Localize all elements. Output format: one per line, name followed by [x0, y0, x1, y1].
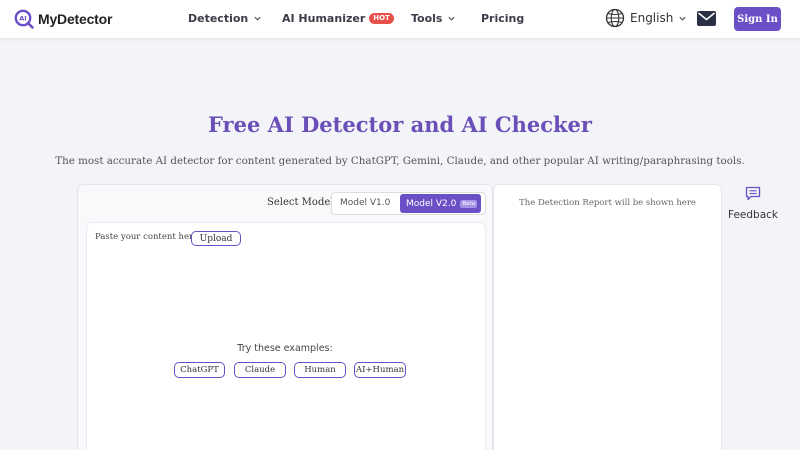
nav-ai-humanizer-label: AI Humanizer: [282, 12, 366, 25]
language-label: English: [630, 11, 674, 25]
examples-label: Try these examples:: [237, 343, 333, 354]
nav-tools-label: Tools: [411, 12, 443, 25]
nav-tools[interactable]: Tools: [411, 12, 456, 25]
feedback-button[interactable]: Feedback: [728, 186, 778, 221]
mail-button[interactable]: [697, 11, 716, 30]
mail-icon: [697, 11, 716, 26]
nav-ai-humanizer[interactable]: AI Humanizer HOT: [282, 12, 394, 25]
logo-letters: AI: [19, 15, 26, 23]
report-panel: [493, 184, 722, 450]
example-human-button[interactable]: Human: [294, 362, 346, 378]
content-input[interactable]: [86, 222, 486, 450]
model-v1-option[interactable]: Model V1.0: [340, 198, 390, 208]
brand-logo[interactable]: AI MyDetector: [14, 9, 112, 29]
report-placeholder: The Detection Report will be shown here: [519, 198, 696, 208]
model-v2-option[interactable]: Model V2.0 Beta: [400, 194, 481, 213]
hot-badge: HOT: [369, 13, 394, 24]
logo-icon: AI: [14, 9, 34, 29]
globe-icon: [605, 8, 625, 28]
select-model-label: Select Model:: [267, 197, 337, 208]
chevron-down-icon: [448, 16, 456, 21]
example-chatgpt-button[interactable]: ChatGPT: [174, 362, 225, 378]
page-title: Free AI Detector and AI Checker: [208, 112, 592, 137]
chevron-down-icon: [679, 16, 686, 21]
chat-icon: [745, 186, 761, 201]
top-header: AI MyDetector Detection AI Humanizer HOT…: [0, 0, 800, 38]
upload-button[interactable]: Upload: [191, 231, 241, 246]
nav-pricing-label: Pricing: [481, 12, 525, 25]
nav-detection-label: Detection: [188, 12, 249, 25]
feedback-label: Feedback: [728, 209, 779, 221]
beta-badge: Beta: [460, 199, 478, 208]
nav-pricing[interactable]: Pricing: [481, 12, 524, 25]
nav-detection[interactable]: Detection: [188, 12, 262, 25]
example-claude-button[interactable]: Claude: [234, 362, 286, 378]
sign-in-button[interactable]: Sign In: [734, 7, 781, 31]
page-subtitle: The most accurate AI detector for conten…: [55, 155, 745, 167]
example-ai-human-button[interactable]: AI+Human: [354, 362, 406, 378]
model-v2-label: Model V2.0: [406, 198, 457, 209]
language-selector[interactable]: English: [605, 8, 687, 28]
chevron-down-icon: [254, 16, 261, 21]
brand-name: MyDetector: [38, 11, 113, 27]
